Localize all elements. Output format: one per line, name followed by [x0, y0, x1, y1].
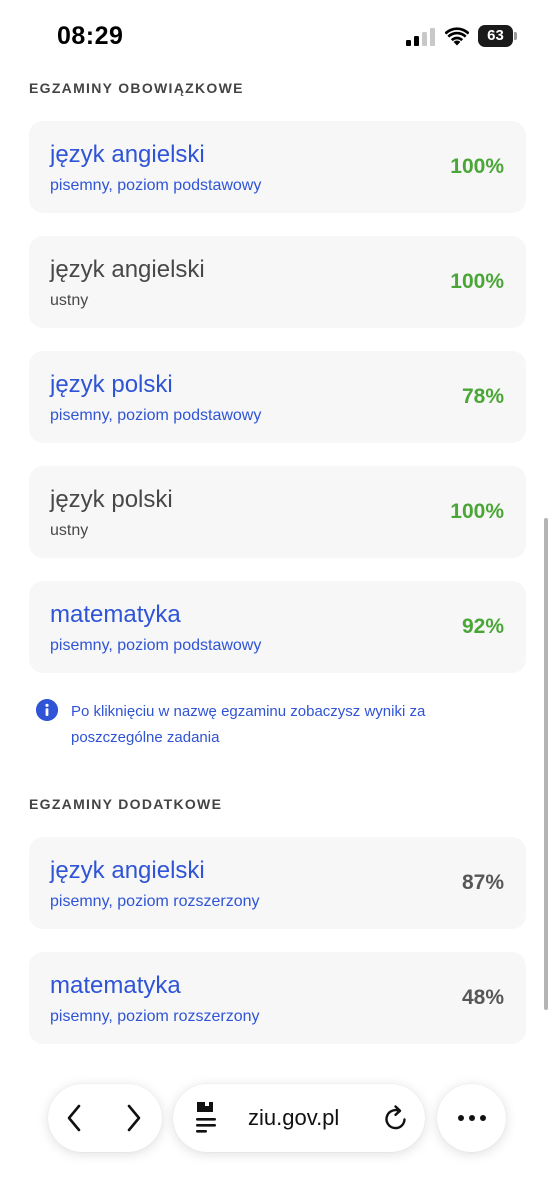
- section-title-additional: EGZAMINY DODATKOWE: [29, 796, 223, 812]
- more-icon: [458, 1115, 486, 1121]
- status-bar: 08:29 63: [0, 0, 555, 70]
- exam-subtitle: ustny: [50, 522, 89, 539]
- exam-card[interactable]: matematyka pisemny, poziom rozszerzony 4…: [29, 952, 526, 1044]
- exam-title-link[interactable]: język polski: [50, 371, 173, 399]
- exam-subtitle: ustny: [50, 292, 89, 309]
- navigation-controls: [48, 1084, 162, 1152]
- exam-score: 78%: [461, 385, 504, 408]
- battery-level: 63: [487, 27, 504, 44]
- exam-subtitle: pisemny, poziom podstawowy: [50, 177, 262, 194]
- exam-title: język polski: [50, 486, 173, 513]
- page-scrollbar[interactable]: [544, 518, 548, 1010]
- forward-arrow-icon[interactable]: [125, 1104, 143, 1132]
- exam-title-link[interactable]: matematyka: [50, 972, 181, 1000]
- reload-icon[interactable]: [383, 1104, 409, 1132]
- exam-subtitle: pisemny, poziom podstawowy: [50, 637, 262, 654]
- exam-title: język angielski: [50, 256, 205, 283]
- exam-title-link[interactable]: język angielski: [50, 141, 205, 169]
- exam-score: 87%: [461, 871, 504, 894]
- exam-score: 48%: [461, 986, 504, 1009]
- exam-card: język polski ustny 100%: [29, 466, 526, 558]
- exam-card[interactable]: język angielski pisemny, poziom podstawo…: [29, 121, 526, 213]
- exam-subtitle: pisemny, poziom rozszerzony: [50, 893, 260, 910]
- exam-score: 100%: [450, 500, 504, 523]
- exam-subtitle: pisemny, poziom rozszerzony: [50, 1008, 260, 1025]
- signal-icon: [406, 28, 435, 46]
- exam-subtitle: pisemny, poziom podstawowy: [50, 407, 262, 424]
- status-time: 08:29: [57, 22, 124, 50]
- info-text: Po kliknięciu w nazwę egzaminu zobaczysz…: [71, 703, 426, 746]
- more-menu-button[interactable]: [437, 1084, 506, 1152]
- exam-title-link[interactable]: matematyka: [50, 601, 181, 629]
- exam-card[interactable]: język angielski pisemny, poziom rozszerz…: [29, 837, 526, 929]
- exam-card[interactable]: język polski pisemny, poziom podstawowy …: [29, 351, 526, 443]
- exam-score: 92%: [461, 615, 504, 638]
- page-settings-icon[interactable]: [193, 1100, 219, 1136]
- exam-score: 100%: [450, 270, 504, 293]
- exam-card[interactable]: matematyka pisemny, poziom podstawowy 92…: [29, 581, 526, 673]
- battery-icon: 63: [478, 25, 518, 47]
- exam-card: język angielski ustny 100%: [29, 236, 526, 328]
- exam-title-link[interactable]: język angielski: [50, 857, 205, 885]
- exam-score: 100%: [450, 155, 504, 178]
- wifi-icon: [445, 27, 469, 46]
- back-arrow-icon[interactable]: [65, 1104, 83, 1132]
- info-icon: [36, 699, 58, 721]
- url-text[interactable]: ziu.gov.pl: [248, 1105, 339, 1131]
- address-bar[interactable]: ziu.gov.pl: [173, 1084, 425, 1152]
- section-title-mandatory: EGZAMINY OBOWIĄZKOWE: [29, 80, 244, 96]
